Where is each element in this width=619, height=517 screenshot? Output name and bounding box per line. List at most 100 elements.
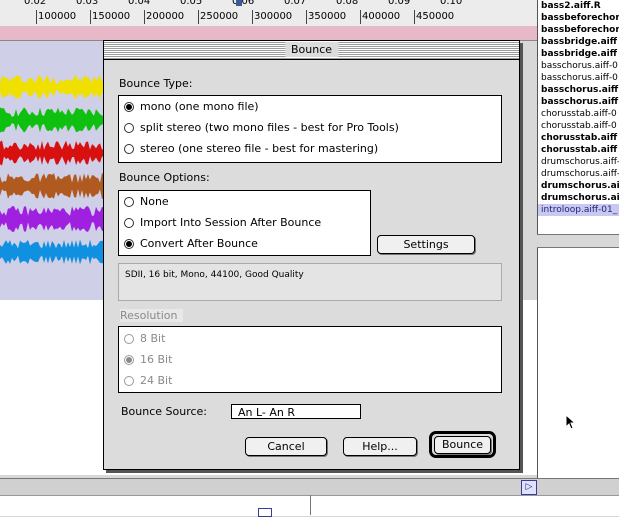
option-label: split stereo (two mono files - best for … [140, 121, 399, 134]
dialog-title: Bounce [284, 42, 339, 57]
audio-track-waveform[interactable] [0, 139, 110, 167]
ruler-label: 350000 [308, 11, 347, 22]
ruler-top-label: 0.04 [128, 0, 151, 7]
audio-track-waveform[interactable] [0, 172, 110, 200]
radio-icon [124, 354, 134, 365]
radio-icon [124, 238, 134, 249]
region-list-item[interactable]: basschorus.aiff [538, 84, 619, 96]
bounce-type-split-stereo[interactable]: split stereo (two mono files - best for … [124, 121, 399, 134]
marker-ruler [0, 26, 537, 41]
ruler-label: 250000 [200, 11, 239, 22]
radio-icon [124, 333, 134, 344]
dialog-titlebar[interactable]: Bounce [104, 41, 519, 60]
region-list-item[interactable]: chorusstab.aiff-0 [538, 120, 619, 132]
bounce-type-group: mono (one mono file) split stereo (two m… [118, 95, 502, 163]
resolution-label: Resolution [120, 309, 184, 322]
bounce-type-label: Bounce Type: [119, 77, 193, 90]
resolution-16bit: 16 Bit [124, 353, 172, 366]
radio-icon [124, 122, 134, 133]
region-list-item[interactable]: drumschorus.ai [538, 180, 619, 192]
region-list-item[interactable]: basschorus.aiff-0 [538, 60, 619, 72]
ruler-top-label: 0.08 [336, 0, 359, 7]
divider [310, 495, 311, 515]
region-list-item[interactable]: drumschorus.aiff- [538, 156, 619, 168]
ruler-tick [144, 10, 145, 24]
region-list-item[interactable]: chorusstab.aiff [538, 144, 619, 156]
bounce-option-convert[interactable]: Convert After Bounce [124, 237, 258, 250]
ruler-tick [306, 10, 307, 24]
radio-icon [124, 375, 134, 386]
region-list-item[interactable]: introloop.aiff-01_ [538, 204, 619, 216]
resolution-8bit: 8 Bit [124, 332, 165, 345]
region-list-item[interactable]: bassbridge.aiff [538, 48, 619, 60]
ruler-top-label: 0.05 [180, 0, 203, 7]
bounce-options-group: None Import Into Session After Bounce Co… [118, 190, 371, 256]
cancel-button[interactable]: Cancel [245, 437, 327, 456]
ruler-label: 400000 [362, 11, 401, 22]
option-label: mono (one mono file) [140, 100, 259, 113]
resolution-group: 8 Bit 16 Bit 24 Bit [118, 326, 502, 393]
option-label: 8 Bit [140, 332, 166, 345]
ruler-label: 200000 [146, 11, 185, 22]
region-list-item[interactable]: drumschorus.ai [538, 192, 619, 204]
ruler-top-label: 0.10 [440, 0, 463, 7]
option-label: 16 Bit [140, 353, 173, 366]
window-resize-icon[interactable] [258, 508, 272, 517]
ruler-tick [36, 10, 37, 24]
region-list-item[interactable]: drumschorus.aiff- [538, 168, 619, 180]
ruler-tick [90, 10, 91, 24]
conversion-info-panel: SDII, 16 bit, Mono, 44100, Good Quality [118, 263, 502, 301]
audio-track-waveform[interactable] [0, 73, 110, 101]
ruler-tick [414, 10, 415, 24]
option-label: 24 Bit [140, 374, 173, 387]
audio-track-waveform[interactable] [0, 106, 110, 134]
settings-button[interactable]: Settings [377, 235, 475, 254]
bounce-button[interactable]: Bounce [434, 436, 491, 454]
mouse-pointer-icon [565, 413, 577, 434]
audio-track-waveform[interactable] [0, 205, 110, 233]
option-label: None [140, 195, 169, 208]
ruler-label: 300000 [254, 11, 293, 22]
bounce-source-label: Bounce Source: [121, 405, 208, 418]
region-list-item[interactable]: bassbeforechor [538, 12, 619, 24]
region-list-item[interactable]: chorusstab.aiff [538, 132, 619, 144]
ruler-top-label: 0.09 [388, 0, 411, 7]
ruler-top-label: 0.07 [284, 0, 307, 7]
bounce-option-import[interactable]: Import Into Session After Bounce [124, 216, 321, 229]
radio-icon [124, 217, 134, 228]
region-list-lower [537, 224, 619, 479]
option-label: stereo (one stereo file - best for maste… [140, 142, 379, 155]
region-list-item[interactable]: bassbeforechor [538, 24, 619, 36]
ruler-tick [360, 10, 361, 24]
conversion-info-text: SDII, 16 bit, Mono, 44100, Good Quality [125, 270, 304, 280]
radio-icon [124, 143, 134, 154]
bounce-dialog: Bounce Bounce Type: mono (one mono file)… [103, 40, 520, 470]
radio-icon [124, 101, 134, 112]
bounce-source-selector[interactable]: An L- An R [231, 404, 361, 419]
region-list-item[interactable]: bassbridge.aiff [538, 36, 619, 48]
ruler-label: 450000 [416, 11, 455, 22]
option-label: Import Into Session After Bounce [140, 216, 322, 229]
ruler-top-label: 0.02 [24, 0, 47, 7]
bounce-type-stereo[interactable]: stereo (one stereo file - best for maste… [124, 142, 378, 155]
region-list-item[interactable]: basschorus.aiff [538, 96, 619, 108]
ruler-label: 100000 [38, 11, 77, 22]
resolution-24bit: 24 Bit [124, 374, 172, 387]
help-button[interactable]: Help... [343, 437, 417, 456]
scroll-right-icon[interactable]: ▷ [521, 480, 537, 495]
bounce-options-label: Bounce Options: [119, 171, 210, 184]
region-list-item[interactable]: bass2.aiff.R [538, 0, 619, 12]
bounce-type-mono[interactable]: mono (one mono file) [124, 100, 259, 113]
region-list: bass2.aiff.R bassbeforechor bassbeforechor… [537, 0, 619, 224]
region-list-item[interactable]: basschorus.aiff-0 [538, 72, 619, 84]
radio-icon [124, 196, 134, 207]
track-area [0, 41, 110, 301]
playhead-marker[interactable] [236, 0, 242, 6]
ruler-top-label: 0.03 [76, 0, 99, 7]
bounce-option-none[interactable]: None [124, 195, 169, 208]
ruler-label: 150000 [92, 11, 131, 22]
region-list-divider[interactable] [537, 234, 619, 248]
region-list-item[interactable]: chorusstab.aiff-0 [538, 108, 619, 120]
ruler-tick [252, 10, 253, 24]
audio-track-waveform[interactable] [0, 238, 110, 266]
